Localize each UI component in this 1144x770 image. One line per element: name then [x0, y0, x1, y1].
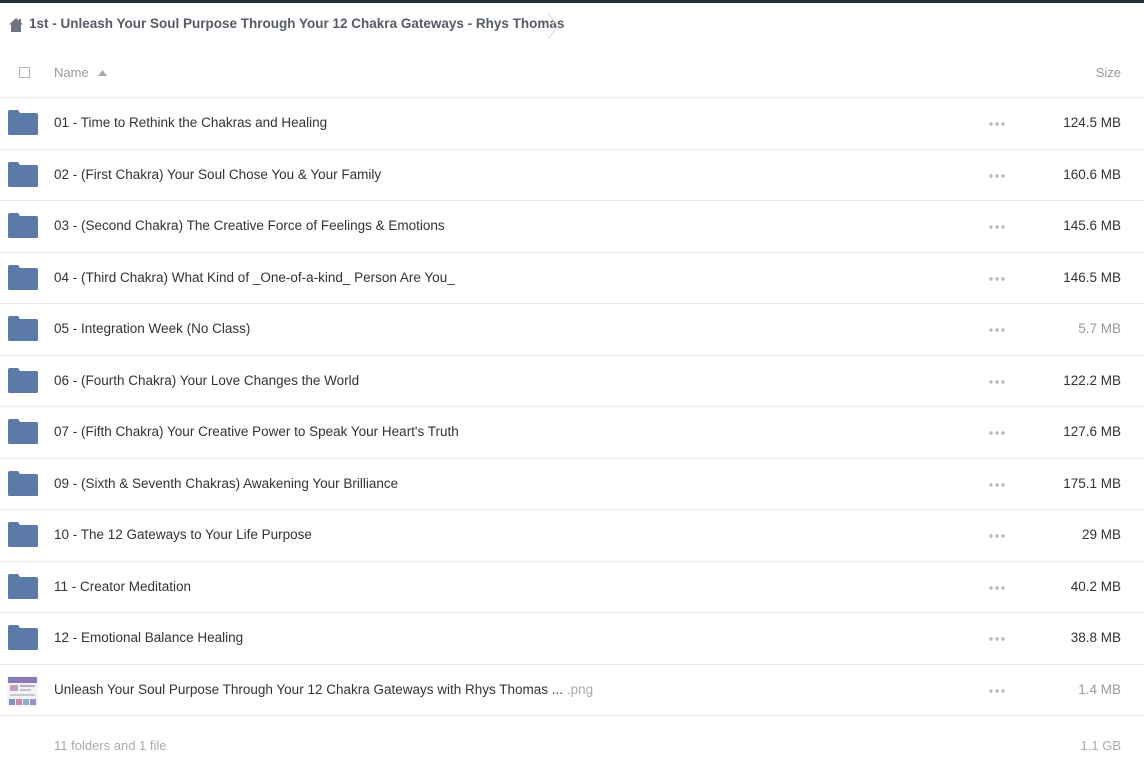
- folder-row[interactable]: 03 - (Second Chakra) The Creative Force …: [0, 201, 1144, 253]
- item-name-text: 05 - Integration Week (No Class): [54, 321, 251, 336]
- more-options-icon[interactable]: [989, 431, 1005, 435]
- more-options-icon[interactable]: [989, 122, 1005, 126]
- list-header: Name Size: [0, 48, 1144, 98]
- item-name[interactable]: 07 - (Fifth Chakra) Your Creative Power …: [54, 424, 459, 439]
- item-name-text: 06 - (Fourth Chakra) Your Love Changes t…: [54, 372, 360, 388]
- folder-icon: [8, 573, 38, 599]
- folder-icon: [8, 264, 38, 290]
- item-name[interactable]: 01 - Time to Rethink the Chakras and Hea…: [54, 115, 327, 130]
- more-options-icon[interactable]: [989, 534, 1005, 538]
- folder-icon: [8, 316, 38, 341]
- folder-icon: [8, 161, 38, 187]
- folder-row[interactable]: 11 - Creator Meditation 40.2 MB: [0, 562, 1144, 613]
- breadcrumb-current-folder[interactable]: 1st - Unleash Your Soul Purpose Through …: [29, 16, 564, 31]
- item-size: 175.1 MB: [1063, 475, 1121, 491]
- more-options-icon[interactable]: [989, 225, 1005, 229]
- item-name[interactable]: 06 - (Fourth Chakra) Your Love Changes t…: [54, 373, 359, 388]
- item-size: 40.2 MB: [1070, 578, 1121, 594]
- folder-icon: [8, 367, 38, 393]
- size-column-header[interactable]: Size: [1096, 65, 1121, 80]
- folder-row[interactable]: 06 - (Fourth Chakra) Your Love Changes t…: [0, 356, 1144, 407]
- item-name-text: 04 - (Third Chakra) What Kind of _One-of…: [54, 269, 455, 285]
- item-name-text: 10 - The 12 Gateways to Your Life Purpos…: [54, 527, 312, 542]
- item-size: 146.5 MB: [1063, 269, 1121, 285]
- folder-icon: [8, 213, 38, 238]
- file-row[interactable]: Unleash Your Soul Purpose Through Your 1…: [0, 665, 1144, 716]
- item-size: 145.6 MB: [1063, 218, 1121, 233]
- item-size: 5.7 MB: [1078, 321, 1121, 336]
- item-size: 122.2 MB: [1063, 372, 1121, 388]
- item-name[interactable]: 09 - (Sixth & Seventh Chakras) Awakening…: [54, 476, 398, 491]
- more-options-icon[interactable]: [989, 276, 1005, 281]
- item-name[interactable]: 03 - (Second Chakra) The Creative Force …: [54, 218, 445, 233]
- folder-icon: [8, 110, 38, 135]
- folder-row[interactable]: 07 - (Fifth Chakra) Your Creative Power …: [0, 407, 1144, 459]
- folder-icon: [8, 522, 38, 547]
- sort-ascending-icon[interactable]: [98, 70, 107, 76]
- item-name[interactable]: 11 - Creator Meditation: [54, 579, 191, 594]
- folder-row[interactable]: 02 - (First Chakra) Your Soul Chose You …: [0, 150, 1144, 201]
- more-options-icon[interactable]: [989, 688, 1005, 693]
- folder-icon: [8, 419, 38, 444]
- name-column-header[interactable]: Name: [54, 65, 89, 80]
- item-size: 124.5 MB: [1063, 115, 1121, 130]
- folder-row[interactable]: 04 - (Third Chakra) What Kind of _One-of…: [0, 253, 1144, 304]
- item-size: 38.8 MB: [1070, 630, 1121, 645]
- breadcrumb-chevron-icon: [547, 12, 559, 40]
- item-name[interactable]: 04 - (Third Chakra) What Kind of _One-of…: [54, 270, 455, 285]
- item-size: 127.6 MB: [1063, 424, 1121, 439]
- item-name[interactable]: 02 - (First Chakra) Your Soul Chose You …: [54, 167, 381, 182]
- folder-icon: [8, 625, 38, 650]
- folder-row[interactable]: 10 - The 12 Gateways to Your Life Purpos…: [0, 510, 1144, 562]
- more-options-icon[interactable]: [989, 482, 1005, 487]
- more-options-icon[interactable]: [989, 379, 1005, 384]
- item-name-text: 07 - (Fifth Chakra) Your Creative Power …: [54, 424, 459, 439]
- folder-icon: [8, 470, 38, 496]
- folder-row[interactable]: 05 - Integration Week (No Class) 5.7 MB: [0, 304, 1144, 356]
- folder-row[interactable]: 01 - Time to Rethink the Chakras and Hea…: [0, 98, 1144, 150]
- home-icon[interactable]: [8, 17, 24, 33]
- folder-row[interactable]: 12 - Emotional Balance Healing 38.8 MB: [0, 613, 1144, 665]
- total-size: 1.1 GB: [1080, 738, 1121, 753]
- item-name[interactable]: Unleash Your Soul Purpose Through Your 1…: [54, 682, 593, 697]
- select-all-checkbox[interactable]: [19, 67, 30, 78]
- item-name[interactable]: 05 - Integration Week (No Class): [54, 321, 250, 336]
- item-name-text: 11 - Creator Meditation: [54, 578, 192, 594]
- item-name[interactable]: 10 - The 12 Gateways to Your Life Purpos…: [54, 527, 312, 542]
- more-options-icon[interactable]: [989, 173, 1005, 178]
- item-name-text: 02 - (First Chakra) Your Soul Chose You …: [54, 166, 382, 182]
- item-name-text: 01 - Time to Rethink the Chakras and Hea…: [54, 115, 328, 130]
- item-name-text: 12 - Emotional Balance Healing: [54, 630, 244, 645]
- item-name-text: Unleash Your Soul Purpose Through Your 1…: [54, 681, 564, 697]
- items-summary: 11 folders and 1 file: [54, 738, 167, 753]
- file-extension: .png: [566, 681, 594, 697]
- list-footer: 11 folders and 1 file 1.1 GB: [0, 735, 1144, 759]
- item-size: 1.4 MB: [1078, 681, 1121, 697]
- item-size: 29 MB: [1081, 527, 1121, 542]
- more-options-icon[interactable]: [989, 328, 1005, 332]
- image-thumbnail-icon: [7, 675, 38, 707]
- more-options-icon[interactable]: [989, 637, 1005, 641]
- item-name-text: 09 - (Sixth & Seventh Chakras) Awakening…: [54, 475, 399, 491]
- file-list: 01 - Time to Rethink the Chakras and Hea…: [0, 98, 1144, 716]
- item-name-text: 03 - (Second Chakra) The Creative Force …: [54, 218, 445, 233]
- breadcrumb: 1st - Unleash Your Soul Purpose Through …: [0, 3, 1144, 47]
- more-options-icon[interactable]: [989, 585, 1005, 590]
- folder-row[interactable]: 09 - (Sixth & Seventh Chakras) Awakening…: [0, 459, 1144, 510]
- item-size: 160.6 MB: [1063, 166, 1121, 182]
- item-name[interactable]: 12 - Emotional Balance Healing: [54, 630, 243, 645]
